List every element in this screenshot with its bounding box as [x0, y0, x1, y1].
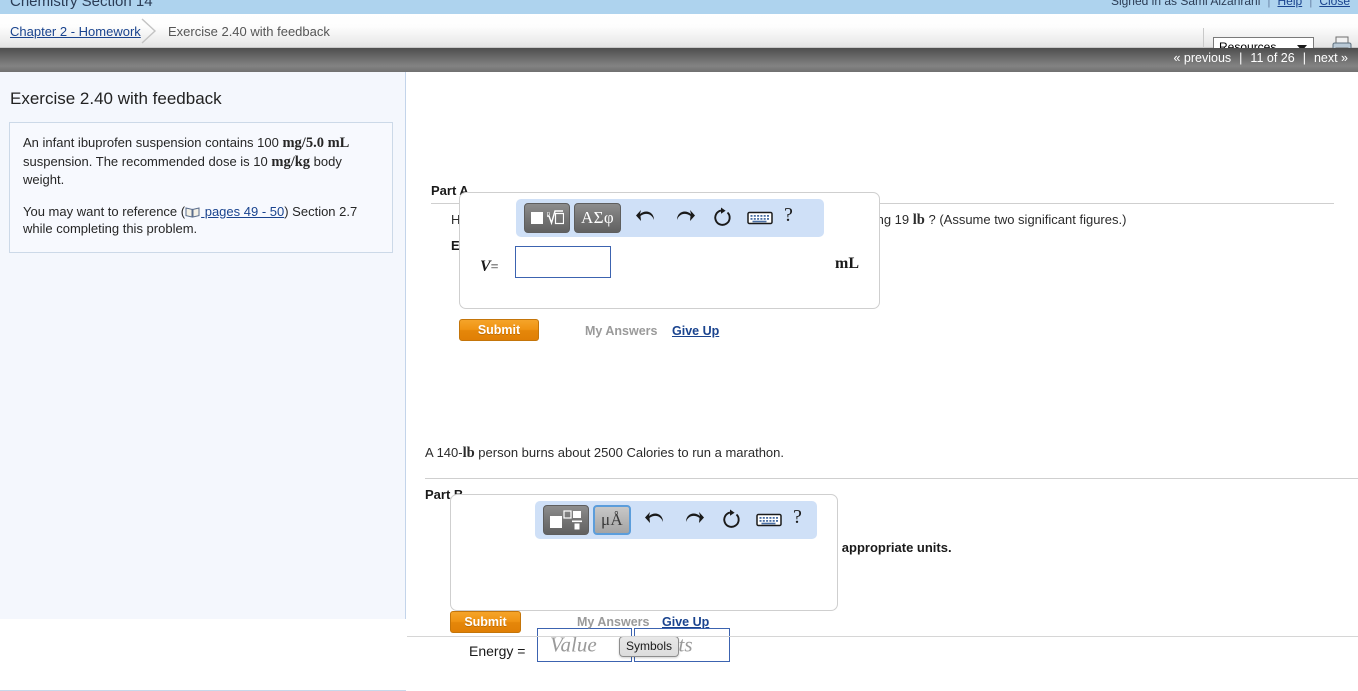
part-a-variable-label: V= — [480, 258, 499, 276]
part-b-variable-label: Energy = — [469, 643, 526, 659]
part-a-give-up-link[interactable]: Give Up — [672, 324, 719, 338]
pagination-bar: « previous | 11 of 26 | next » — [0, 48, 1358, 72]
part-a-answer-frame: n ΑΣφ ? V= mL — [459, 192, 880, 309]
redo-icon — [677, 210, 695, 221]
part-a-symbols-label: ΑΣφ — [581, 208, 614, 227]
problem-statement-box: An infant ibuprofen suspension contains … — [9, 122, 393, 253]
part-b-value-input[interactable]: Value — [537, 628, 632, 662]
svg-text:n: n — [547, 211, 550, 217]
reset-icon — [723, 509, 740, 528]
problem-sidebar: Exercise 2.40 with feedback An infant ib… — [0, 72, 406, 691]
part-b-toolbar: μÅ ? — [535, 501, 817, 539]
part-b-submit-button[interactable]: Submit — [450, 611, 521, 633]
interlude-text: A 140-lb person burns about 2500 Calorie… — [425, 445, 784, 462]
interlude-text-b: person burns about 2500 Calories to run … — [474, 445, 784, 460]
next-button[interactable]: next » — [1314, 51, 1348, 65]
part-b-units-button[interactable]: μÅ — [593, 505, 631, 535]
part-a-unit-label: mL — [835, 255, 859, 272]
breadcrumb-bar: Chapter 2 - Homework Exercise 2.40 with … — [0, 14, 1358, 61]
breadcrumb-current: Exercise 2.40 with feedback — [168, 24, 330, 39]
part-b-answer-frame: μÅ ? Energy = Value Symbols — [450, 494, 838, 662]
help-link[interactable]: Help — [1278, 0, 1303, 8]
pages-reference-link[interactable]: pages 49 - 50 — [201, 204, 285, 219]
pagination-controls: « previous | 11 of 26 | next » — [1173, 51, 1348, 65]
part-a-redo-icon[interactable] — [670, 203, 700, 233]
separator: | — [1239, 51, 1243, 65]
part-a-variable-name: V — [480, 258, 491, 275]
part-a-equals-sign: = — [490, 260, 499, 275]
interlude-unit: lb — [462, 445, 475, 461]
part-a-reset-icon[interactable] — [707, 203, 737, 233]
part-b-reset-icon[interactable] — [716, 505, 746, 535]
part-b-give-up-link[interactable]: Give Up — [662, 615, 709, 629]
part-a-answer-input[interactable] — [515, 246, 611, 278]
part-a-undo-icon[interactable] — [631, 203, 661, 233]
breadcrumb-parent-link[interactable]: Chapter 2 - Homework — [10, 24, 141, 39]
problem-text-1b: suspension. The recommended dose is 10 — [23, 153, 272, 169]
part-b-keyboard-icon[interactable] — [754, 505, 784, 535]
problem-math-2: mg/kg — [271, 153, 311, 170]
app-header-strip: Chemistry Section 14 Signed in as Sami A… — [0, 0, 1358, 14]
interlude-text-a: A 140- — [425, 445, 463, 460]
part-b-units-label: μÅ — [601, 510, 623, 529]
part-a-question-text-b: ? (Assume two significant figures.) — [924, 212, 1127, 227]
previous-button[interactable]: « previous — [1173, 51, 1231, 65]
course-title: Chemistry Section 14 — [10, 0, 153, 10]
math-template-icon: n — [531, 210, 564, 226]
part-b-undo-icon[interactable] — [640, 505, 670, 535]
account-area: Signed in as Sami Alzahrani | Help | Close — [1111, 0, 1350, 8]
problem-paragraph-2: You may want to reference ( pages 49 - 5… — [23, 203, 379, 238]
symbols-tooltip: Symbols — [619, 636, 680, 657]
content-bottom-divider — [407, 636, 1358, 637]
main-content: Part A How many milliliters of this susp… — [407, 72, 1358, 662]
part-b-help-button[interactable]: ? — [793, 506, 802, 529]
close-link[interactable]: Close — [1319, 0, 1350, 8]
part-a-toolbar: n ΑΣφ ? — [516, 199, 824, 237]
separator: | — [1302, 51, 1306, 65]
page-counter: 11 of 26 — [1250, 51, 1295, 65]
part-a-submit-button[interactable]: Submit — [459, 319, 539, 341]
part-a-help-button[interactable]: ? — [784, 204, 793, 227]
keyboard-icon — [747, 211, 773, 225]
undo-icon — [645, 512, 663, 523]
redo-icon — [686, 512, 704, 523]
problem-paragraph-1: An infant ibuprofen suspension contains … — [23, 134, 379, 189]
signed-in-label: Signed in as Sami Alzahrani — [1110, 0, 1261, 8]
part-a-symbols-button[interactable]: ΑΣφ — [574, 203, 621, 233]
separator: | — [1309, 0, 1313, 8]
separator: | — [1267, 0, 1271, 8]
part-a-math-template-button[interactable]: n — [524, 203, 570, 233]
part-b-rule — [425, 478, 1358, 479]
reset-icon — [714, 207, 731, 226]
problem-math-1: mg/5.0 mL — [282, 135, 350, 151]
part-b-math-template-button[interactable] — [543, 505, 589, 535]
part-b-redo-icon[interactable] — [679, 505, 709, 535]
math-template-icon — [550, 510, 582, 530]
problem-text-2a: You may want to reference ( — [23, 203, 186, 219]
undo-icon — [636, 210, 654, 221]
keyboard-icon — [756, 513, 782, 527]
part-a-question-unit: lb — [912, 212, 925, 228]
part-a-keyboard-icon[interactable] — [745, 203, 775, 233]
book-icon — [185, 206, 200, 218]
part-b-my-answers-label[interactable]: My Answers — [577, 615, 649, 629]
page-title: Exercise 2.40 with feedback — [10, 89, 222, 108]
part-a-my-answers-label[interactable]: My Answers — [585, 324, 657, 338]
breadcrumb-chevron-icon — [141, 18, 157, 44]
problem-text-1a: An infant ibuprofen suspension contains … — [23, 135, 283, 150]
